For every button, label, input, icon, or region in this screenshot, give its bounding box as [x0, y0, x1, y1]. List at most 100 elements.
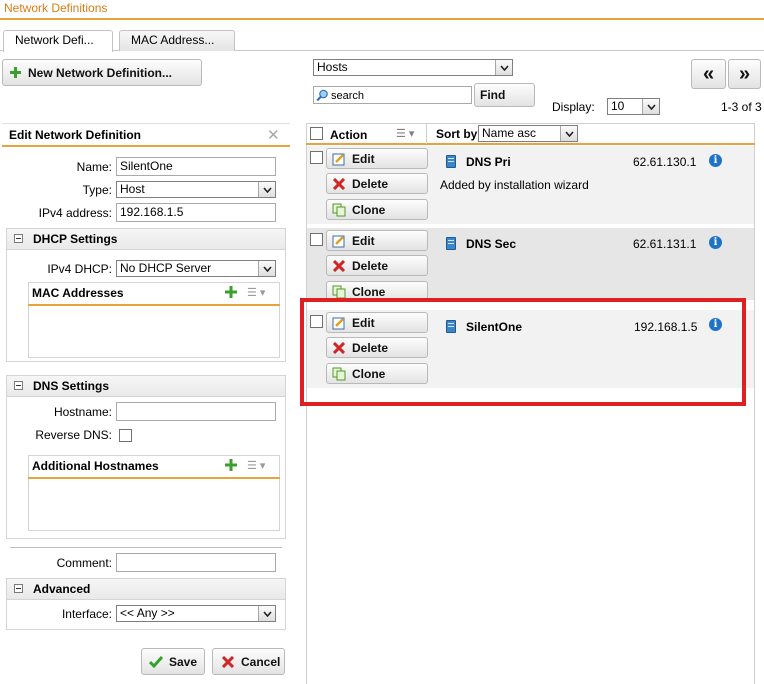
- checkmark-icon: [149, 655, 163, 669]
- collapse-icon[interactable]: [14, 584, 23, 593]
- plus-icon[interactable]: [225, 286, 237, 301]
- edit-button[interactable]: Edit: [326, 230, 428, 251]
- row-checkbox[interactable]: [310, 233, 323, 246]
- row-checkbox[interactable]: [310, 151, 323, 164]
- edit-label: Edit: [352, 233, 375, 248]
- search-input[interactable]: search: [313, 86, 472, 104]
- definition-address: 62.61.130.1: [633, 155, 697, 169]
- tab-mac-address[interactable]: MAC Address...: [119, 30, 235, 51]
- definition-name[interactable]: DNS Pri: [466, 155, 511, 169]
- edit-label: Edit: [352, 151, 375, 166]
- advanced-title: Advanced: [33, 582, 91, 596]
- save-button[interactable]: Save: [141, 648, 205, 675]
- new-button-label: New Network Definition...: [28, 65, 173, 80]
- interface-select[interactable]: << Any >>: [116, 605, 276, 622]
- delete-label: Delete: [352, 258, 389, 273]
- find-button[interactable]: Find: [474, 83, 535, 107]
- definition-comment: Added by installation wizard: [440, 178, 589, 192]
- advanced-header[interactable]: Advanced: [6, 578, 286, 600]
- list-options-icon[interactable]: ☰ ▾: [247, 286, 265, 299]
- new-network-definition-button[interactable]: New Network Definition...: [2, 59, 202, 86]
- reverse-dns-label: Reverse DNS:: [35, 428, 112, 442]
- dhcp-settings-title: DHCP Settings: [33, 232, 118, 246]
- dns-settings-header[interactable]: DNS Settings: [6, 375, 286, 397]
- edit-panel-title: Edit Network Definition: [9, 128, 141, 142]
- dns-settings-title: DNS Settings: [33, 379, 110, 393]
- cross-icon: [221, 655, 235, 669]
- tab-label: MAC Address...: [131, 33, 215, 47]
- list-header: Action ☰ ▾ Sort by: Name asc: [306, 123, 755, 145]
- comment-label: Comment:: [56, 556, 112, 570]
- list-options-icon[interactable]: ☰ ▾: [396, 127, 414, 140]
- filter-type-value: Hosts: [317, 60, 348, 74]
- tabs-divider: [0, 50, 764, 51]
- clone-label: Clone: [352, 202, 386, 217]
- list-options-icon[interactable]: ☰ ▾: [247, 459, 265, 472]
- window-title-bar: Network Definitions: [0, 0, 764, 20]
- type-select[interactable]: Host: [116, 181, 276, 198]
- collapse-icon[interactable]: [14, 381, 23, 390]
- definition-name[interactable]: DNS Sec: [466, 237, 516, 251]
- previous-page-button[interactable]: «: [691, 59, 726, 89]
- highlight-box: [300, 298, 746, 406]
- sort-select[interactable]: Name asc: [478, 125, 578, 142]
- filter-type-select[interactable]: Hosts: [313, 59, 513, 76]
- hostname-field[interactable]: [116, 402, 276, 421]
- search-placeholder: search: [331, 90, 365, 102]
- hostname-label: Hostname:: [53, 405, 112, 419]
- sort-value: Name asc: [482, 126, 537, 140]
- delete-button[interactable]: Delete: [326, 255, 428, 276]
- close-icon[interactable]: ✕: [267, 126, 280, 144]
- dhcp-settings-header[interactable]: DHCP Settings: [6, 228, 286, 250]
- delete-button[interactable]: Delete: [326, 173, 428, 194]
- delete-label: Delete: [352, 176, 389, 191]
- ipv4-dhcp-select[interactable]: No DHCP Server: [116, 260, 276, 277]
- chevron-down-icon: [560, 126, 577, 141]
- edit-panel-header: Edit Network Definition ✕: [2, 123, 290, 147]
- comment-field[interactable]: [116, 553, 276, 572]
- cross-icon: [332, 177, 346, 191]
- search-icon: [316, 89, 329, 106]
- tab-network-definitions[interactable]: Network Defi...: [3, 30, 113, 52]
- tab-label: Network Defi...: [15, 33, 94, 47]
- ipv4-address-field[interactable]: 192.168.1.5: [116, 203, 276, 222]
- action-column-header: Action: [330, 128, 368, 142]
- edit-icon: [332, 234, 346, 248]
- interface-label: Interface:: [61, 607, 112, 621]
- type-value: Host: [120, 182, 145, 196]
- additional-hostnames-header: Additional Hostnames ☰ ▾: [28, 455, 280, 479]
- name-label: Name:: [76, 160, 112, 174]
- plus-icon[interactable]: [225, 459, 237, 474]
- collapse-icon[interactable]: [14, 234, 23, 243]
- plus-icon: [8, 66, 22, 80]
- cross-icon: [332, 259, 346, 273]
- cancel-button[interactable]: Cancel: [212, 648, 285, 675]
- type-label: Type:: [82, 183, 112, 197]
- double-chevron-left-icon: «: [702, 62, 715, 85]
- divider: [10, 547, 282, 548]
- info-icon[interactable]: i: [709, 236, 722, 249]
- info-icon[interactable]: i: [709, 154, 722, 167]
- chevron-down-icon: [642, 99, 659, 114]
- select-all-checkbox[interactable]: [310, 127, 323, 140]
- display-count-value: 10: [611, 99, 625, 113]
- next-page-button[interactable]: »: [728, 59, 761, 89]
- save-label: Save: [169, 654, 198, 669]
- mac-addresses-header: MAC Addresses ☰ ▾: [28, 282, 280, 306]
- chevron-down-icon: [258, 261, 275, 276]
- reverse-dns-checkbox[interactable]: [119, 429, 132, 442]
- edit-button[interactable]: Edit: [326, 148, 428, 169]
- clone-icon: [332, 285, 346, 299]
- clone-button[interactable]: Clone: [326, 199, 428, 220]
- clone-label: Clone: [352, 284, 386, 299]
- display-count-select[interactable]: 10: [607, 98, 660, 115]
- cancel-label: Cancel: [241, 654, 281, 669]
- find-label: Find: [480, 88, 506, 102]
- interface-value: << Any >>: [120, 606, 175, 620]
- page-range-text: 1-3 of 3: [721, 100, 762, 114]
- name-field[interactable]: SilentOne: [116, 157, 276, 176]
- chevron-down-icon: [258, 182, 275, 197]
- host-icon: [446, 237, 456, 250]
- ipv4-dhcp-value: No DHCP Server: [120, 261, 212, 275]
- column-divider: [426, 124, 427, 144]
